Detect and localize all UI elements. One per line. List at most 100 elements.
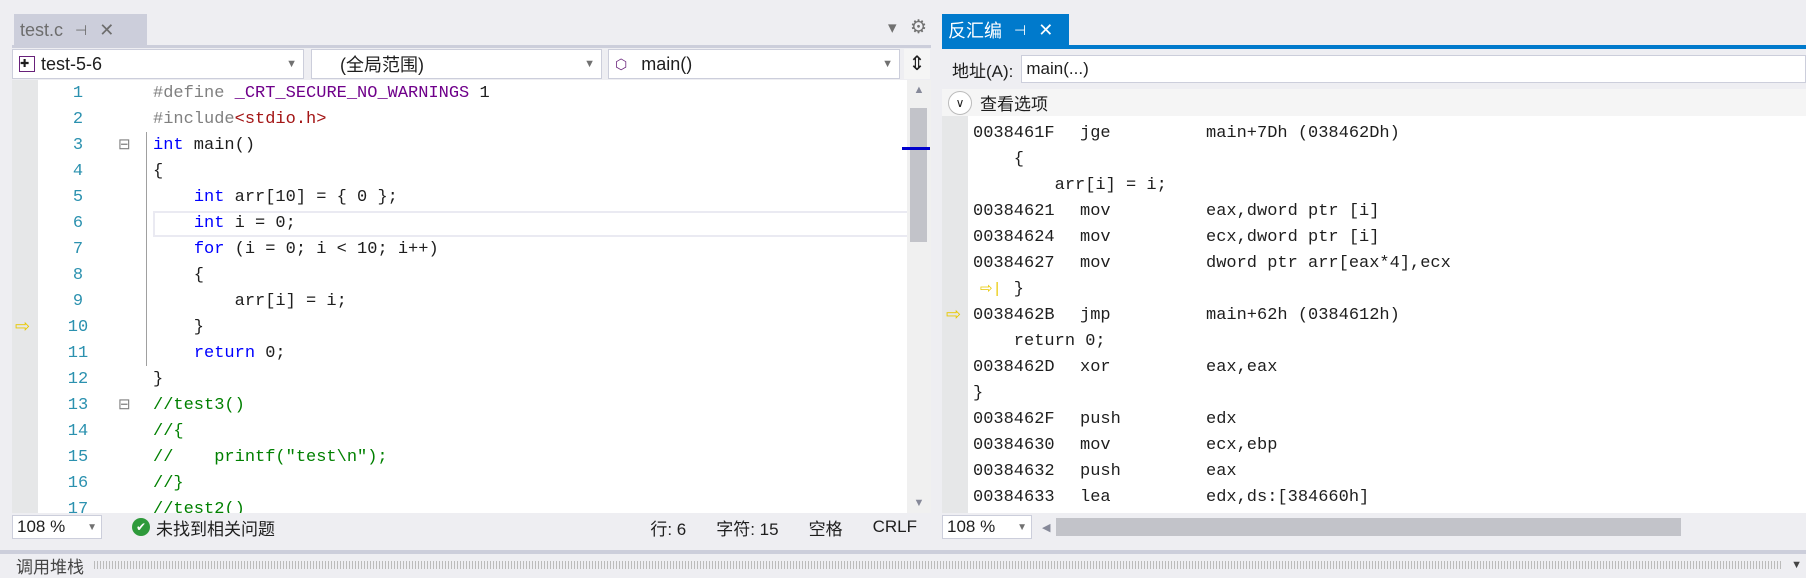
code-text: // printf("test\n"); (153, 445, 388, 471)
instruction-address: 00384630 (973, 436, 1055, 455)
code-text: for (i = 0; i < 10; i++) (153, 237, 439, 263)
instruction-mnemonic: mov (1080, 202, 1111, 221)
chevron-down-icon: ▼ (584, 58, 595, 70)
disassembly-line[interactable]: ⇨| } (942, 277, 1806, 303)
chevron-down-icon[interactable]: ▼ (1791, 559, 1802, 571)
address-bar: 地址(A): main(...) (942, 49, 1806, 89)
member-dropdown[interactable]: ⬡ main() ▼ (608, 49, 900, 79)
code-line[interactable]: 13 ⊟ //test3() (12, 393, 907, 419)
code-line[interactable]: 14 //{ (12, 419, 907, 445)
line-number: 4 (72, 162, 84, 181)
zoom-value: 108 % (947, 517, 996, 536)
line-indicator[interactable]: 行: 6 (650, 515, 686, 540)
source-line: } (973, 280, 1025, 299)
code-text: #include<stdio.h> (153, 107, 326, 133)
code-token: int (153, 136, 184, 155)
issues-status[interactable]: 未找到相关问题 (156, 515, 275, 540)
code-token: } (153, 370, 164, 389)
instruction-pointer-icon: ⇨ (15, 318, 31, 338)
disassembly-line[interactable]: 00384621 mov eax,dword ptr [i] (942, 199, 1806, 225)
disassembly-view[interactable]: 0038461F jge main+7Dh (038462Dh) { arr[i] … (942, 116, 1806, 513)
pin-icon[interactable]: ⊣ (75, 22, 87, 39)
line-number: 1 (72, 84, 84, 103)
source-line: { (973, 150, 1025, 169)
code-text: int arr[10] = { 0 }; (153, 185, 398, 211)
caret-position-marker (902, 147, 930, 150)
project-dropdown[interactable]: ✚ test-5-6 ▼ (12, 49, 304, 79)
disassembly-line[interactable]: 00384633 lea edx,ds:[384660h] (942, 485, 1806, 511)
instruction-operands: main+62h (0384612h) (1206, 306, 1400, 325)
scope-dropdown[interactable]: (全局范围) ▼ (311, 49, 602, 79)
chevron-down-icon: ▼ (1017, 521, 1027, 533)
eol-indicator[interactable]: CRLF (873, 517, 917, 537)
char-indicator[interactable]: 字符: 15 (716, 515, 778, 540)
whitespace-indicator[interactable]: 空格 (809, 515, 843, 540)
instruction-operands: edx,ds:[384660h] (1206, 488, 1370, 507)
code-line[interactable]: 2 #include<stdio.h> (12, 107, 907, 133)
scroll-down-icon[interactable]: ▼ (907, 497, 931, 509)
code-text: } (153, 315, 204, 341)
scrollbar-thumb[interactable] (910, 108, 927, 242)
view-options-toggle[interactable]: ∨ 查看选项 (942, 89, 1806, 116)
disassembly-line[interactable]: { (942, 147, 1806, 173)
line-number: 16 (67, 474, 89, 493)
scroll-left-icon[interactable]: ◀ (1042, 521, 1050, 534)
instruction-address: 00384624 (973, 228, 1055, 247)
code-line[interactable]: 16 //} (12, 471, 907, 497)
disassembly-line[interactable]: 00384624 mov ecx,dword ptr [i] (942, 225, 1806, 251)
code-token: (i = 0; i < 10; i++) (224, 240, 439, 259)
instruction-mnemonic: push (1080, 410, 1121, 429)
code-token: { (153, 162, 164, 181)
disassembly-line[interactable]: 00384632 push eax (942, 459, 1806, 485)
code-line[interactable]: 1 #define _CRT_SECURE_NO_WARNINGS 1 (12, 81, 907, 107)
code-token: 0; (255, 344, 286, 363)
drag-handle[interactable] (94, 561, 1782, 569)
collapse-icon[interactable]: ⊟ (118, 393, 131, 419)
check-icon: ✔ (132, 518, 150, 536)
disassembly-line[interactable]: 0038462D xor eax,eax (942, 355, 1806, 381)
pin-icon[interactable]: ⊣ (1014, 22, 1026, 39)
disassembly-line[interactable]: 00384627 mov dword ptr arr[eax*4],ecx (942, 251, 1806, 277)
code-line[interactable]: 12} (12, 367, 907, 393)
project-label: test-5-6 (41, 53, 103, 74)
code-text: //{ (153, 419, 184, 445)
instruction-operands: dword ptr arr[eax*4],ecx (1206, 254, 1451, 273)
tab-disassembly[interactable]: 反汇编 ⊣ ✕ (942, 14, 1069, 46)
zoom-dropdown[interactable]: 108 % ▼ (942, 515, 1032, 539)
disassembly-line[interactable]: ⇨ 0038462B jmp main+62h (0384612h) (942, 303, 1806, 329)
address-input[interactable]: main(...) (1021, 55, 1806, 83)
code-line[interactable]: 15 // printf("test\n"); (12, 445, 907, 471)
instruction-address: 0038462B (973, 306, 1055, 325)
code-editor[interactable]: 1 #define _CRT_SECURE_NO_WARNINGS 1 2 #incl… (12, 80, 907, 513)
code-text: //} (153, 471, 184, 497)
tab-test-c[interactable]: test.c ⊣ ✕ (14, 14, 147, 46)
divider (12, 45, 931, 48)
horizontal-scrollbar-thumb[interactable] (1056, 518, 1682, 536)
disassembly-line[interactable]: 00384630 mov ecx,ebp (942, 433, 1806, 459)
disassembly-line[interactable]: return 0; (942, 329, 1806, 355)
disassembly-line[interactable]: 0038461F jge main+7Dh (038462Dh) (942, 121, 1806, 147)
zoom-dropdown[interactable]: 108 % ▼ (12, 515, 102, 539)
code-text: { (153, 263, 204, 289)
line-number: 14 (67, 422, 89, 441)
scroll-up-icon[interactable]: ▲ (907, 84, 931, 96)
close-icon[interactable]: ✕ (1038, 20, 1053, 41)
zoom-value: 108 % (17, 517, 66, 536)
disassembly-line[interactable]: } (942, 381, 1806, 407)
call-stack-panel-header[interactable]: 调用堆栈 ▼ (0, 550, 1806, 577)
code-line[interactable]: 17 //test2() (12, 497, 907, 513)
split-window-button[interactable]: ⇕ (904, 49, 930, 79)
gear-icon[interactable]: ⚙ (910, 16, 927, 39)
line-number: 12 (67, 370, 89, 389)
tab-list-dropdown-icon[interactable]: ▾ (888, 18, 897, 38)
instruction-mnemonic: push (1080, 462, 1121, 481)
code-token: //test3() (153, 396, 245, 415)
close-icon[interactable]: ✕ (99, 20, 114, 41)
line-number: 15 (67, 448, 89, 467)
collapse-icon[interactable]: ⊟ (118, 133, 131, 159)
disassembly-line[interactable]: arr[i] = i; (942, 173, 1806, 199)
code-token: int (193, 214, 225, 233)
disassembly-line[interactable]: 0038462F push edx (942, 407, 1806, 433)
tab-title: 反汇编 (948, 21, 1002, 41)
